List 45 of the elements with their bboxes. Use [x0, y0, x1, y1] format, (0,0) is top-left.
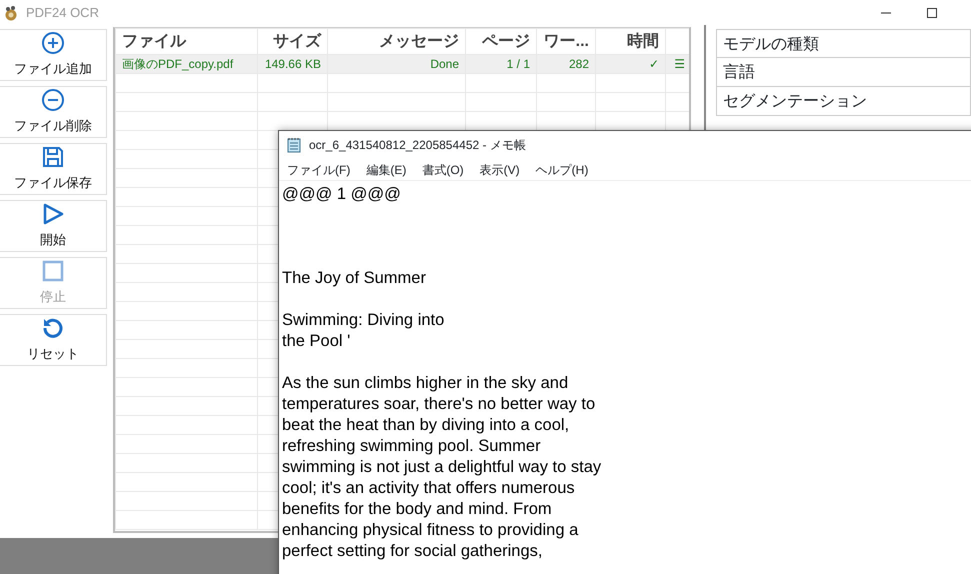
column-header[interactable]: メッセージ [328, 28, 466, 54]
table-cell: 1 / 1 [466, 54, 536, 74]
settings-item[interactable]: セグメンテーション [716, 87, 971, 116]
menu-item[interactable]: 表示(V) [480, 160, 520, 178]
text-line: cool; it's an activity that offers numerous [282, 478, 576, 499]
app-logo-icon [4, 4, 18, 20]
plus-circle-icon [41, 31, 65, 56]
settings-item[interactable]: 言語 [716, 58, 971, 87]
text-line: @@@ 1 @@@ [282, 184, 402, 205]
text-line: The Joy of Summer [282, 268, 427, 289]
menu-item[interactable]: 書式(O) [422, 160, 464, 178]
text-line: perfect setting for social gatherings, [282, 541, 544, 562]
text-line: beat the heat than by diving into a cool, [282, 415, 570, 436]
column-header[interactable]: ファイル [116, 28, 258, 54]
reset-arrow-icon [41, 316, 65, 340]
text-line: benefits for the body and mind. From [282, 499, 553, 520]
toolbar-button[interactable]: リセット [0, 314, 107, 366]
window-title: PDF24 OCR [26, 4, 99, 22]
menu-item[interactable]: ヘルプ(H) [536, 160, 588, 178]
text-line: refreshing swimming pool. Summer [282, 436, 542, 457]
play-icon [41, 202, 65, 226]
notepad-icon [287, 137, 301, 153]
text-line: temperatures soar, there's no better way to [282, 394, 596, 415]
table-cell: Done [328, 54, 466, 74]
toolbar-button[interactable]: 開始 [0, 200, 107, 252]
text-line: As the sun climbs higher in the sky and [282, 373, 570, 394]
menu-item[interactable]: ファイル(F) [287, 160, 350, 178]
maximize-icon[interactable] [927, 8, 937, 18]
text-line: Swimming: Diving into [282, 310, 446, 331]
text-line: enhancing physical fitness to providing a [282, 520, 580, 541]
toolbar-button[interactable]: ファイル追加 [0, 29, 107, 81]
table-cell: 149.66 KB [258, 54, 328, 74]
text-line: the Pool ' [282, 331, 352, 352]
stop-square-icon [41, 259, 65, 284]
minus-circle-icon [41, 88, 65, 112]
toolbar-button[interactable]: ファイル保存 [0, 143, 107, 195]
table-cell: 282 [536, 54, 596, 74]
table-cell: 画像のPDF_copy.pdf [116, 54, 258, 74]
menu-icon[interactable]: ☰ [666, 54, 689, 74]
window-title: ocr_6_431540812_2205854452 - メモ帳 [309, 137, 526, 154]
menu-item[interactable]: 編集(E) [366, 160, 406, 178]
text-line: swimming is not just a delightful way to stay [282, 457, 602, 478]
toolbar-button[interactable]: ファイル削除 [0, 86, 107, 138]
check-mark: ✓ [596, 54, 666, 74]
settings-item[interactable]: モデルの種類 [716, 29, 971, 58]
